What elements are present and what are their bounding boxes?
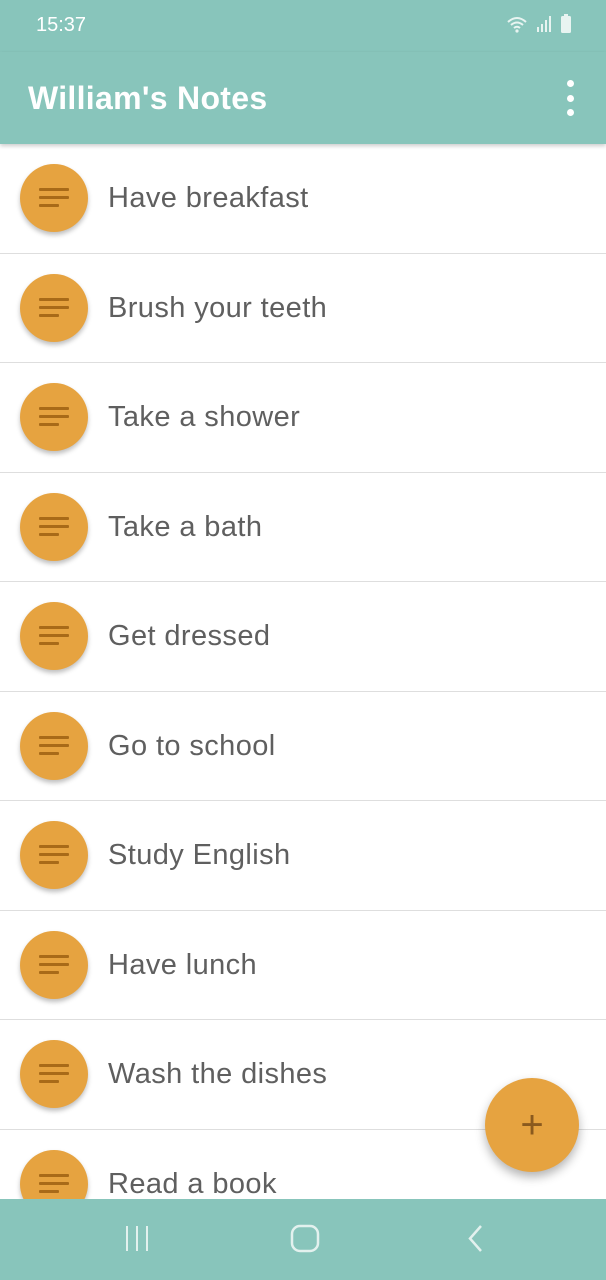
note-list: Have breakfast Brush your teeth Take a s… bbox=[0, 144, 606, 1199]
back-icon[interactable] bbox=[462, 1223, 490, 1255]
notes-icon bbox=[20, 711, 88, 780]
list-item[interactable]: Have lunch bbox=[0, 911, 606, 1020]
page-title: William's Notes bbox=[28, 80, 268, 116]
navigation-bar bbox=[0, 1199, 606, 1280]
status-bar: 15:37 bbox=[0, 0, 606, 52]
notes-icon bbox=[20, 492, 88, 561]
signal-icon bbox=[537, 16, 551, 32]
notes-icon bbox=[20, 273, 88, 342]
battery-icon bbox=[561, 14, 571, 33]
wifi-icon bbox=[507, 17, 527, 33]
list-item[interactable]: Take a bath bbox=[0, 473, 606, 582]
note-label: Have breakfast bbox=[108, 182, 309, 214]
add-icon: + bbox=[520, 1103, 544, 1147]
note-label: Have lunch bbox=[108, 948, 258, 981]
list-item[interactable]: Have breakfast bbox=[0, 144, 606, 254]
notes-icon bbox=[20, 1040, 88, 1108]
list-item[interactable]: Study English bbox=[0, 801, 606, 911]
notes-icon bbox=[20, 602, 88, 670]
status-icons bbox=[506, 14, 572, 34]
note-label: Read a book bbox=[108, 1167, 277, 1200]
note-label: Get dressed bbox=[108, 620, 271, 652]
app-bar: William's Notes bbox=[0, 52, 606, 144]
more-vert-icon[interactable] bbox=[560, 80, 580, 116]
notes-icon bbox=[20, 383, 88, 451]
note-label: Study English bbox=[108, 839, 291, 871]
note-label: Go to school bbox=[108, 729, 276, 762]
status-time: 15:37 bbox=[36, 14, 87, 36]
add-note-button[interactable]: + bbox=[485, 1078, 579, 1172]
recents-icon[interactable] bbox=[121, 1223, 153, 1255]
notes-icon bbox=[20, 930, 88, 999]
list-item[interactable]: Go to school bbox=[0, 692, 606, 801]
list-item[interactable]: Get dressed bbox=[0, 582, 606, 692]
notes-icon bbox=[20, 821, 88, 889]
note-label: Wash the dishes bbox=[108, 1058, 328, 1090]
note-label: Take a bath bbox=[108, 510, 263, 543]
note-label: Take a shower bbox=[108, 401, 301, 433]
list-item[interactable]: Brush your teeth bbox=[0, 254, 606, 363]
notes-icon bbox=[20, 1149, 88, 1199]
list-item[interactable]: Take a shower bbox=[0, 363, 606, 473]
note-label: Brush your teeth bbox=[108, 291, 328, 324]
home-icon[interactable] bbox=[288, 1223, 322, 1255]
notes-icon bbox=[20, 164, 88, 232]
